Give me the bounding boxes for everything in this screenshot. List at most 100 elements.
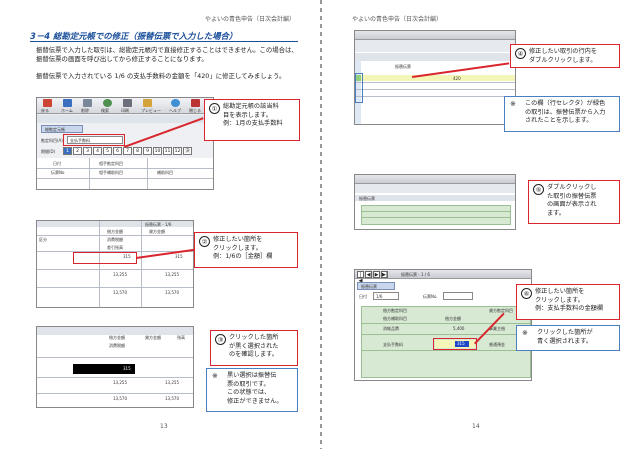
slip-no-field[interactable] <box>443 292 473 300</box>
month-button[interactable]: 10 <box>153 147 162 155</box>
month-button[interactable]: 6 <box>113 147 122 155</box>
page-number: 14 <box>472 423 480 430</box>
date-field[interactable]: 1/6 <box>373 292 399 300</box>
highlight-selector <box>355 73 363 103</box>
slip-label: 振替伝票 - 1/6 <box>145 222 172 227</box>
month-button[interactable]: 1 <box>63 147 72 155</box>
account-label: 勘定科目(A) <box>41 138 63 143</box>
callout-4: ④ 修正したい取引の行内を ダブルクリックします。 <box>510 44 620 68</box>
grid-header <box>355 53 515 61</box>
grid-line <box>361 334 531 335</box>
col-slip: 伝票No <box>51 170 65 175</box>
amount-c: 13,255 <box>165 272 179 277</box>
month-button[interactable]: 2 <box>73 147 82 155</box>
grid-line <box>37 269 193 270</box>
screenshot-ledger-selected: 借方金額 消費税額 貸方金額 残高 315 13,255 13,255 13,5… <box>36 326 194 408</box>
row-tax: 消費税額 <box>109 343 125 348</box>
grid-line <box>147 158 148 189</box>
page-number: 13 <box>160 423 168 430</box>
amount-a: 315 <box>175 254 183 259</box>
screenshot-ledger: 戻る ホーム 削除 検索 印刷 プレビュー ヘルプ 閉じる 総勘定元帳 勘定科目… <box>36 97 214 190</box>
note-2: ※ この欄（行セレクタ）が緑色 の取引は、振替伝票から入力 されたことを示します… <box>504 96 620 132</box>
back-icon <box>43 99 52 107</box>
paragraph-1: 振替伝票で入力した取引は、総勘定元帳内で直接修正することはできません。この場合は… <box>36 46 298 63</box>
help-icon <box>171 99 180 107</box>
amount-e: 13,570 <box>165 396 179 401</box>
amount-e: 13,570 <box>165 290 179 295</box>
home-icon <box>63 99 72 107</box>
last-icon[interactable]: ▶| <box>381 271 388 278</box>
month-button[interactable]: 12 <box>173 147 182 155</box>
title-underline <box>30 41 298 42</box>
toolbar-btn[interactable]: プレビュー <box>141 108 161 114</box>
toolbar-btn[interactable]: 印刷 <box>121 108 129 114</box>
row2-credit: 普通預金 <box>489 342 505 347</box>
grid-line <box>37 357 193 358</box>
first-icon[interactable]: |◀ <box>357 271 364 284</box>
screenshot-ledger-rows: 振替伝票 420 <box>354 30 516 125</box>
section-label: 区分 <box>39 237 47 242</box>
toolbar <box>355 40 515 52</box>
next-icon[interactable]: ▶ <box>373 271 380 278</box>
screenshot-transfer-slip-edit: |◀ ◀ ▶ ▶| 振替伝票 - 1 / 6 振替伝票 日付 1/6 伝票No.… <box>354 269 532 381</box>
month-button[interactable]: 11 <box>163 147 172 155</box>
grid-line <box>37 377 193 378</box>
search-icon <box>103 99 112 107</box>
print-icon <box>123 99 132 107</box>
tab-ledger[interactable]: 総勘定元帳 <box>41 125 83 133</box>
grid-line <box>355 82 515 83</box>
grid-line <box>355 96 515 97</box>
month-button[interactable]: 8 <box>133 147 142 155</box>
col-credit: 貸方金額 <box>145 335 161 340</box>
amount-a: 420 <box>453 76 461 81</box>
toolbar-btn[interactable]: 閉じる <box>189 108 201 114</box>
note-3: ※ クリックした箇所が 青く選択されます。 <box>516 325 620 351</box>
date-label: 日付 <box>359 294 367 299</box>
amount-d: 13,570 <box>113 290 127 295</box>
month-button[interactable]: 3 <box>83 147 92 155</box>
left-page: やよいの青色申告（日次会計編） 3－4 総勘定元帳での修正（振替伝票で入力した場… <box>0 0 320 449</box>
month-button[interactable]: 決 <box>183 147 192 155</box>
highlight-amount <box>433 338 477 350</box>
grid-line <box>37 393 193 394</box>
selected-black-cell[interactable]: 315 <box>73 364 135 374</box>
col-debit: 借方金額 <box>109 335 125 340</box>
toolbar-btn[interactable]: ホーム <box>61 108 73 114</box>
page-header: やよいの青色申告（日次会計編） <box>205 16 296 23</box>
toolbar-btn[interactable]: ヘルプ <box>169 108 181 114</box>
amount-d: 13,570 <box>113 396 127 401</box>
toolbar-btn[interactable]: 戻る <box>41 108 49 114</box>
tab-slip[interactable]: 振替伝票 <box>357 282 395 290</box>
slip-no-label: 伝票No. <box>423 294 438 299</box>
grid-line <box>361 350 531 351</box>
col-debit-sub: 借方補助科目 <box>383 316 407 321</box>
grid-line <box>37 287 193 288</box>
col-counter: 相手勘定科目 <box>99 161 123 166</box>
grid-line <box>37 168 213 169</box>
grid-line <box>37 235 193 236</box>
toolbar-btn[interactable]: 検索 <box>101 108 109 114</box>
col-balance: 残高 <box>177 335 185 340</box>
grid-line <box>37 178 213 179</box>
month-button[interactable]: 9 <box>143 147 152 155</box>
prev-icon[interactable]: ◀ <box>365 271 372 278</box>
slip-panel <box>361 205 511 225</box>
month-button[interactable]: 4 <box>93 147 102 155</box>
col-counter-sub: 相手補助科目 <box>99 170 123 175</box>
col-debit-account: 借方勘定科目 <box>383 308 407 313</box>
callout-1: ① 総勘定元帳の該当科 目を表示します。 例：1月の支払手数料 <box>204 99 300 141</box>
grid-header <box>37 327 193 335</box>
row2-account: 支払手数料 <box>383 342 403 347</box>
month-button[interactable]: 7 <box>123 147 132 155</box>
toolbar-btn[interactable]: 削除 <box>81 108 89 114</box>
callout-3: ③ クリックした箇所 が黒く選択された のを確認します。 <box>210 330 298 366</box>
nav-buttons: |◀ ◀ ▶ ▶| <box>357 271 391 284</box>
paragraph-2: 振替伝票で入力されている 1/6 の支払手数料の金額を「420」に修正してみまし… <box>36 72 286 80</box>
selected-row[interactable] <box>361 75 515 81</box>
right-page: やよいの青色申告（日次会計編） 振替伝票 420 ④ 修正したい取引の行内を ダ… <box>322 0 640 449</box>
callout-2: ② 修正したい箇所を クリックします。 例：1/6の［金額］欄 <box>194 232 298 268</box>
grid-line <box>355 89 515 90</box>
row1-account: 消耗品費 <box>383 326 399 331</box>
month-button[interactable]: 5 <box>103 147 112 155</box>
period-label: 期間(D) <box>41 149 56 154</box>
